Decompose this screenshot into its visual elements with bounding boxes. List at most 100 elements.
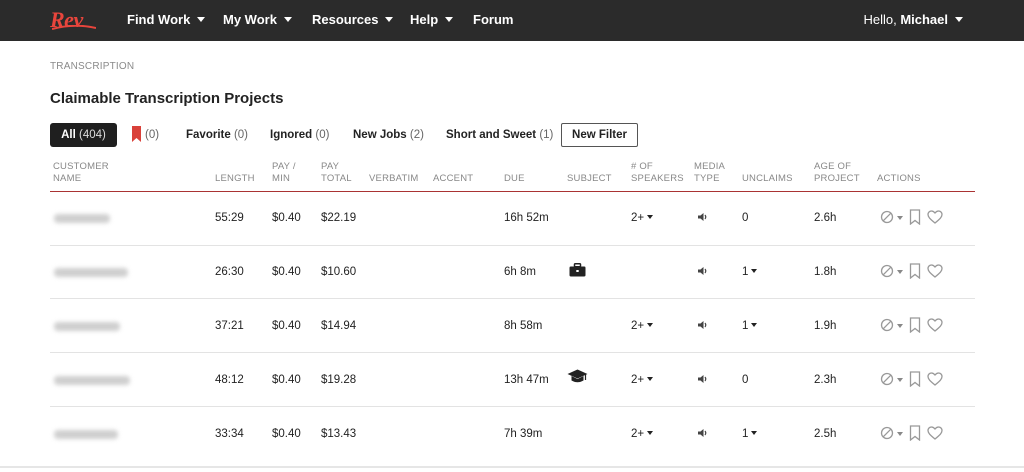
bookmark-outline-icon[interactable] bbox=[909, 317, 921, 333]
ignore-icon[interactable] bbox=[880, 210, 894, 224]
chevron-down-icon bbox=[197, 17, 206, 22]
column-header-pay-min[interactable]: PAY / MIN bbox=[272, 161, 296, 185]
row-due: 7h 39m bbox=[504, 428, 543, 440]
customer-name-redacted bbox=[54, 430, 118, 439]
chevron-down-icon bbox=[751, 269, 758, 273]
user-menu[interactable]: Hello, Michael bbox=[863, 12, 963, 27]
chevron-down-icon[interactable] bbox=[897, 324, 903, 328]
heart-icon[interactable] bbox=[927, 426, 943, 440]
chevron-down-icon bbox=[955, 17, 963, 22]
row-divider bbox=[50, 245, 975, 246]
tab-ignored[interactable]: Ignored (0) bbox=[270, 129, 329, 141]
heart-icon[interactable] bbox=[927, 318, 943, 332]
row-unclaims-dropdown[interactable]: 1 bbox=[742, 320, 758, 332]
row-pay-total: $14.94 bbox=[321, 320, 357, 332]
row-speakers-dropdown[interactable]: 2+ bbox=[631, 212, 654, 224]
row-speakers-dropdown[interactable]: 2+ bbox=[631, 374, 654, 386]
bookmark-outline-icon[interactable] bbox=[909, 263, 921, 279]
row-speakers-dropdown[interactable]: 2+ bbox=[631, 320, 654, 332]
row-due: 16h 52m bbox=[504, 212, 549, 224]
row-pay-total: $13.43 bbox=[321, 428, 357, 440]
briefcase-icon bbox=[569, 263, 586, 277]
heart-icon[interactable] bbox=[927, 372, 943, 386]
nav-my-work[interactable]: My Work bbox=[223, 12, 292, 27]
chevron-down-icon bbox=[647, 215, 654, 219]
rev-logo[interactable]: Rev bbox=[50, 7, 102, 33]
row-due: 6h 8m bbox=[504, 266, 536, 278]
row-age: 2.5h bbox=[814, 428, 837, 440]
customer-name-redacted bbox=[54, 214, 110, 223]
new-filter-button[interactable]: New Filter bbox=[561, 123, 638, 147]
ignore-icon[interactable] bbox=[880, 372, 894, 386]
chevron-down-icon bbox=[647, 431, 654, 435]
ignore-icon[interactable] bbox=[880, 426, 894, 440]
column-header-accent[interactable]: ACCENT bbox=[433, 173, 473, 185]
page-bottom-divider bbox=[0, 466, 1024, 468]
chevron-down-icon[interactable] bbox=[897, 216, 903, 220]
row-speakers-dropdown[interactable]: 2+ bbox=[631, 428, 654, 440]
tab-short-and-sweet[interactable]: Short and Sweet (1) bbox=[446, 129, 553, 141]
column-header-unclaims[interactable]: UNCLAIMS bbox=[742, 173, 793, 185]
audio-icon bbox=[698, 375, 707, 383]
column-header-age-of-project[interactable]: AGE OF PROJECT bbox=[814, 161, 860, 185]
row-age: 1.9h bbox=[814, 320, 837, 332]
column-header-due[interactable]: DUE bbox=[504, 173, 525, 185]
column-header-length[interactable]: LENGTH bbox=[215, 173, 255, 185]
row-unclaims-dropdown[interactable]: 1 bbox=[742, 428, 758, 440]
column-header-pay-total[interactable]: PAY TOTAL bbox=[321, 161, 352, 185]
chevron-down-icon[interactable] bbox=[897, 432, 903, 436]
chevron-down-icon bbox=[751, 431, 758, 435]
row-unclaims-dropdown[interactable]: 1 bbox=[742, 266, 758, 278]
top-navigation-bar: Rev Find Work My Work Resources Help For… bbox=[0, 0, 1024, 41]
row-age: 2.6h bbox=[814, 212, 837, 224]
tab-new-jobs[interactable]: New Jobs (2) bbox=[353, 129, 424, 141]
heart-icon[interactable] bbox=[927, 264, 943, 278]
column-header-speakers[interactable]: # OF SPEAKERS bbox=[631, 161, 684, 185]
audio-icon bbox=[698, 321, 707, 329]
tab-favorite[interactable]: Favorite (0) bbox=[186, 129, 248, 141]
row-length: 48:12 bbox=[215, 374, 244, 386]
column-header-verbatim[interactable]: VERBATIM bbox=[369, 173, 418, 185]
graduation-cap-icon bbox=[567, 369, 588, 383]
row-unclaims: 0 bbox=[742, 374, 749, 386]
bookmark-outline-icon[interactable] bbox=[909, 371, 921, 387]
row-pay-total: $19.28 bbox=[321, 374, 357, 386]
audio-icon bbox=[698, 429, 707, 437]
nav-resources[interactable]: Resources bbox=[312, 12, 394, 27]
column-header-actions: ACTIONS bbox=[877, 173, 921, 184]
audio-icon bbox=[698, 213, 707, 221]
chevron-down-icon[interactable] bbox=[897, 378, 903, 382]
bookmark-outline-icon[interactable] bbox=[909, 425, 921, 441]
chevron-down-icon[interactable] bbox=[897, 270, 903, 274]
column-header-subject[interactable]: SUBJECT bbox=[567, 173, 612, 185]
chevron-down-icon bbox=[283, 17, 292, 22]
row-length: 37:21 bbox=[215, 320, 244, 332]
bookmark-outline-icon[interactable] bbox=[909, 209, 921, 225]
ignore-icon[interactable] bbox=[880, 264, 894, 278]
tab-all[interactable]: All (404) bbox=[50, 123, 117, 147]
chevron-down-icon bbox=[647, 323, 654, 327]
bookmarked-count: (0) bbox=[145, 129, 160, 141]
breadcrumb: TRANSCRIPTION bbox=[50, 61, 135, 72]
column-header-media-type[interactable]: MEDIA TYPE bbox=[694, 161, 725, 185]
row-pay-total: $22.19 bbox=[321, 212, 357, 224]
heart-icon[interactable] bbox=[927, 210, 943, 224]
row-pay-min: $0.40 bbox=[272, 266, 301, 278]
nav-help[interactable]: Help bbox=[410, 12, 454, 27]
logo-swoosh-icon bbox=[52, 25, 96, 30]
column-header-customer-name[interactable]: CUSTOMER NAME bbox=[53, 161, 109, 185]
nav-find-work[interactable]: Find Work bbox=[127, 12, 206, 27]
row-age: 1.8h bbox=[814, 266, 837, 278]
row-pay-min: $0.40 bbox=[272, 320, 301, 332]
ignore-icon[interactable] bbox=[880, 318, 894, 332]
chevron-down-icon bbox=[647, 377, 654, 381]
customer-name-redacted bbox=[54, 268, 128, 277]
customer-name-redacted bbox=[54, 376, 130, 385]
nav-forum[interactable]: Forum bbox=[473, 12, 513, 27]
row-due: 13h 47m bbox=[504, 374, 549, 386]
row-length: 55:29 bbox=[215, 212, 244, 224]
audio-icon bbox=[698, 267, 707, 275]
row-divider bbox=[50, 298, 975, 299]
row-pay-min: $0.40 bbox=[272, 374, 301, 386]
bookmark-icon[interactable] bbox=[132, 126, 141, 142]
